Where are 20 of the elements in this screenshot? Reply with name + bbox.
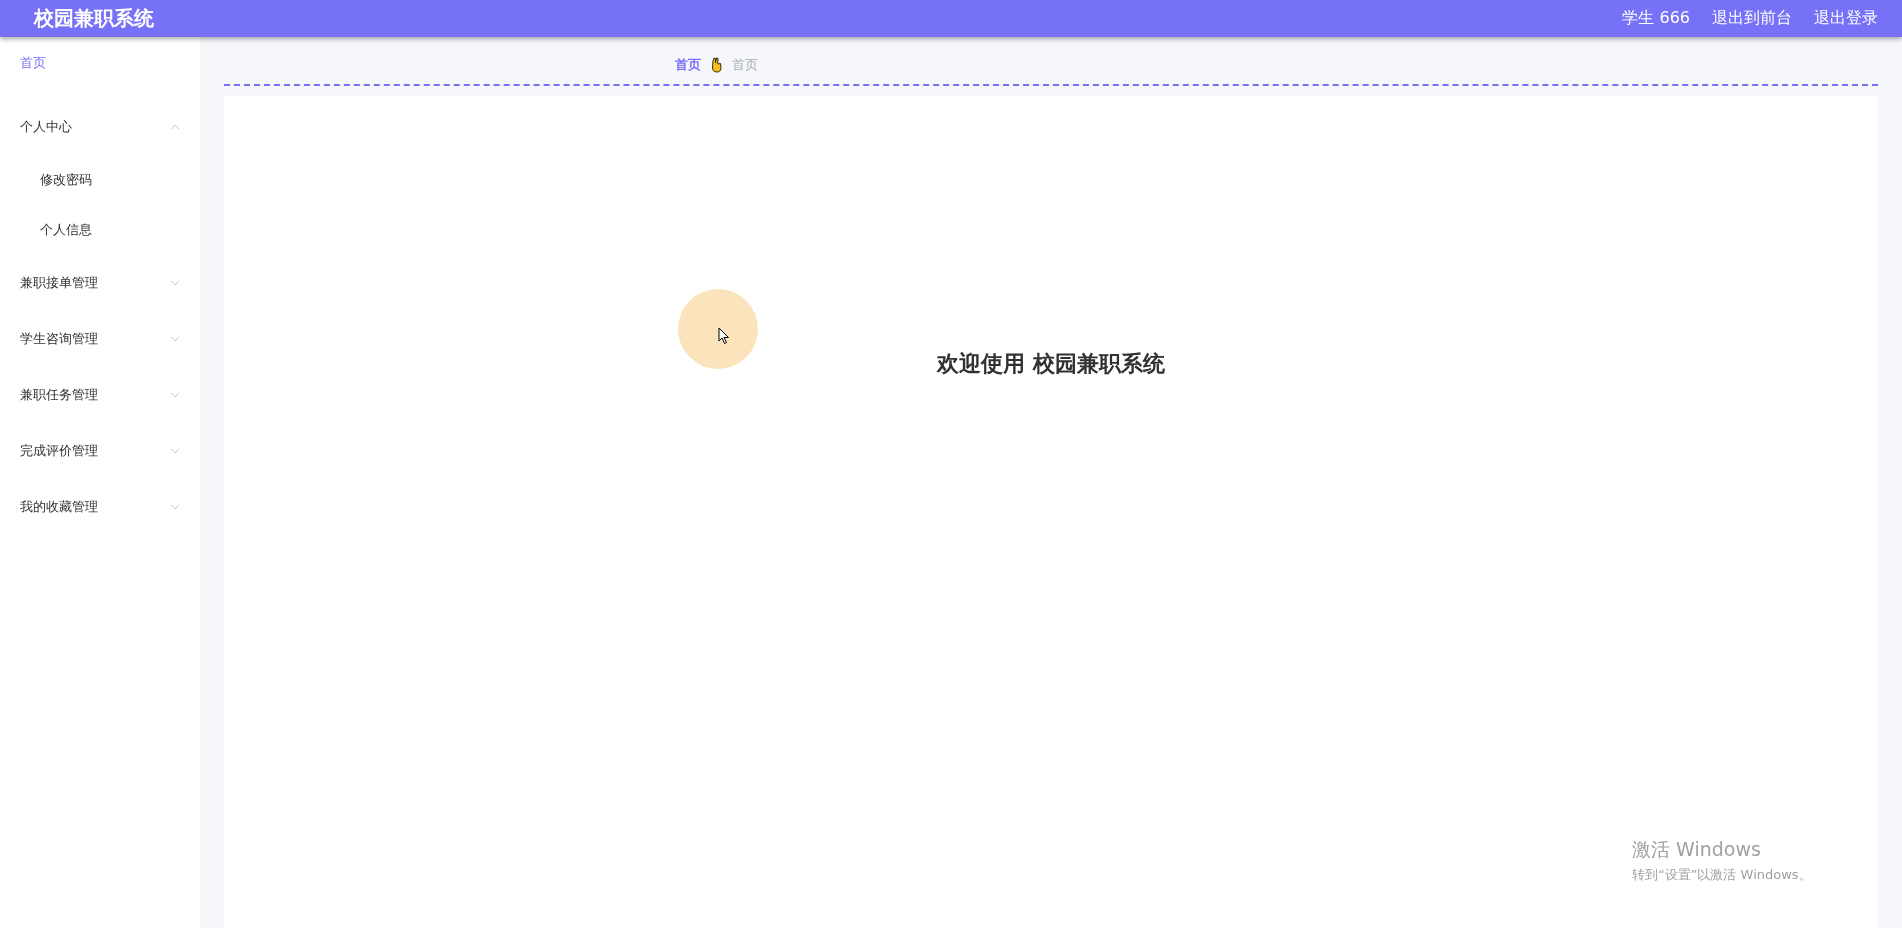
breadcrumb-item[interactable]: 首页 xyxy=(675,55,701,74)
menu-item[interactable]: 首页 xyxy=(0,43,200,83)
app-title: 校园兼职系统 xyxy=(34,5,154,32)
breadcrumb-item: 首页 xyxy=(732,55,758,74)
header-link[interactable]: 退出登录 xyxy=(1814,8,1878,29)
pointer-icon xyxy=(718,327,730,345)
activation-message: 转到“设置”以激活 Windows。 xyxy=(1632,866,1812,884)
menu-item[interactable]: 个人信息 xyxy=(0,205,200,255)
submenu-item[interactable]: 学生咨询管理 xyxy=(0,311,200,367)
submenu-item[interactable]: 兼职接单管理 xyxy=(0,255,200,311)
header-link[interactable]: 退出到前台 xyxy=(1712,8,1792,29)
submenu-item[interactable]: 兼职任务管理 xyxy=(0,367,200,423)
submenu-item[interactable]: 我的收藏管理 xyxy=(0,479,200,535)
user-name: 学生 666 xyxy=(1622,8,1690,29)
welcome-heading: 欢迎使用 校园兼职系统 xyxy=(937,350,1165,378)
submenu-item[interactable]: 完成评价管理 xyxy=(0,423,200,479)
submenu-item[interactable]: 个人中心 xyxy=(0,99,200,155)
menu-item[interactable]: 修改密码 xyxy=(0,155,200,205)
hand-icon xyxy=(711,56,722,73)
activation-title: 激活 Windows xyxy=(1632,837,1762,862)
